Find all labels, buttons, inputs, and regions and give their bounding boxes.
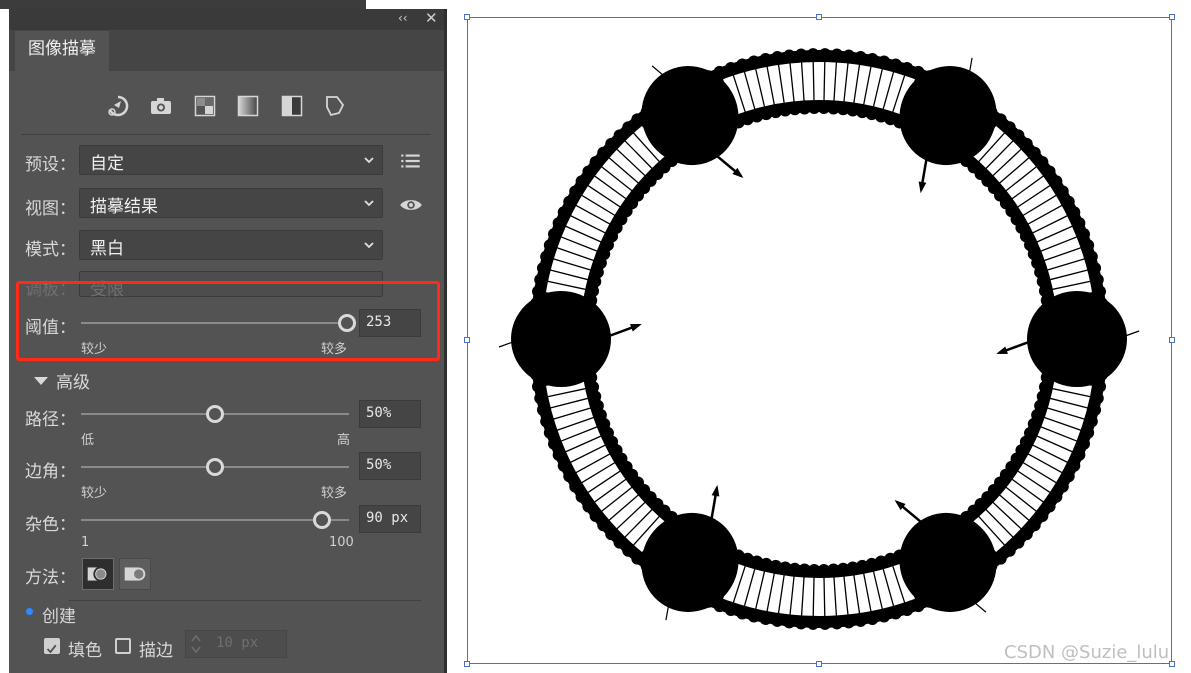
advanced-label: 高级 — [56, 373, 90, 393]
collapse-icon[interactable]: ‹‹ — [398, 11, 408, 25]
create-bullet — [26, 608, 33, 615]
preset-select[interactable]: 自定 — [79, 145, 383, 175]
view-value: 描摹结果 — [90, 197, 158, 217]
noise-input[interactable]: 90 px — [359, 505, 421, 533]
low-color-icon[interactable] — [192, 93, 218, 119]
paths-low-label: 低 — [81, 433, 95, 448]
triangle-down-icon — [34, 377, 48, 385]
panel-titlebar: ‹‹ ✕ — [9, 9, 446, 30]
resize-handle[interactable] — [1169, 14, 1175, 20]
stroke-label: 描边 — [139, 641, 173, 661]
black-white-icon[interactable] — [279, 93, 305, 119]
grayscale-icon[interactable] — [235, 93, 261, 119]
chevron-down-icon — [364, 200, 374, 207]
fill-label: 填色 — [68, 641, 102, 661]
paths-label: 路径： — [25, 410, 76, 430]
resize-handle[interactable] — [464, 337, 470, 343]
corners-input[interactable]: 50% — [359, 452, 421, 480]
tab-strip: 图像描摹 — [9, 30, 446, 71]
tab-image-trace[interactable]: 图像描摹 — [15, 31, 109, 71]
eye-icon[interactable] — [398, 192, 422, 216]
chevron-down-icon — [364, 242, 374, 249]
noise-slider-track[interactable] — [81, 519, 349, 521]
noise-slider-knob[interactable] — [312, 511, 331, 529]
method-abutting-button[interactable] — [82, 558, 114, 590]
corners-slider-knob[interactable] — [206, 458, 224, 476]
chevron-down-icon — [364, 157, 374, 164]
mode-label: 模式： — [25, 240, 76, 260]
selection-bounding-box — [467, 17, 1172, 664]
threshold-highlight-box — [16, 281, 440, 361]
preset-label: 预设： — [25, 155, 76, 175]
stepper-arrows-icon — [191, 634, 201, 654]
divider — [21, 134, 431, 135]
paths-high-label: 高 — [337, 433, 351, 448]
resize-handle[interactable] — [816, 14, 822, 20]
abutting-method-icon — [87, 566, 109, 582]
corners-low-label: 较少 — [81, 486, 108, 501]
stroke-checkbox[interactable] — [115, 638, 131, 654]
preset-value: 自定 — [90, 154, 124, 174]
preset-icons-row — [9, 93, 446, 119]
watermark: CSDN @Suzie_lulu — [1004, 642, 1170, 663]
resize-handle[interactable] — [816, 661, 822, 667]
mode-value: 黑白 — [90, 239, 124, 259]
auto-color-icon[interactable] — [105, 93, 131, 119]
stroke-width-stepper: 10 px — [185, 630, 287, 658]
checkmark-icon — [46, 644, 57, 654]
close-icon[interactable]: ✕ — [425, 9, 438, 27]
fill-checkbox[interactable] — [44, 638, 60, 654]
resize-handle[interactable] — [1169, 661, 1175, 667]
corners-high-label: 较多 — [321, 486, 348, 501]
list-menu-icon[interactable] — [398, 148, 422, 172]
overlapping-method-icon — [124, 567, 146, 581]
mode-select[interactable]: 黑白 — [79, 230, 383, 260]
resize-handle[interactable] — [464, 661, 470, 667]
paths-slider-knob[interactable] — [206, 405, 224, 423]
panel-edge — [444, 9, 447, 673]
panel-top-strip — [0, 0, 366, 9]
stroke-width-value: 10 px — [216, 635, 259, 651]
view-label: 视图： — [25, 199, 76, 219]
resize-handle[interactable] — [464, 14, 470, 20]
outline-icon[interactable] — [322, 93, 348, 119]
advanced-toggle[interactable]: 高级 — [34, 368, 90, 393]
method-overlapping-button[interactable] — [119, 558, 151, 590]
method-label: 方法： — [25, 568, 76, 588]
view-select[interactable]: 描摹结果 — [79, 188, 383, 218]
noise-label: 杂色： — [25, 515, 76, 535]
resize-handle[interactable] — [1169, 337, 1175, 343]
noise-max-label: 100 — [329, 535, 354, 550]
create-label: 创建 — [42, 607, 76, 627]
paths-input[interactable]: 50% — [359, 400, 421, 428]
corners-label: 边角： — [25, 462, 76, 482]
artboard-canvas[interactable] — [464, 14, 1175, 667]
divider — [69, 600, 421, 601]
noise-min-label: 1 — [81, 535, 90, 550]
high-color-photo-icon[interactable] — [148, 93, 174, 119]
